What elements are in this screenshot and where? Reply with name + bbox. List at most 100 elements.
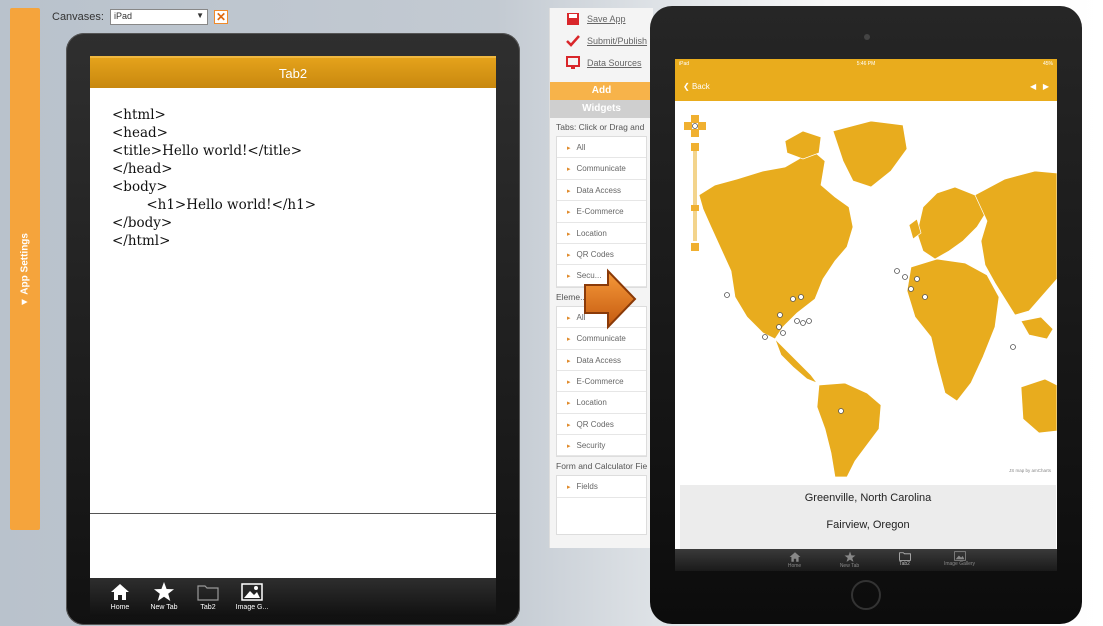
checkmark-icon bbox=[566, 35, 580, 47]
tab-tab2[interactable]: Tab2 bbox=[877, 549, 932, 571]
list-item-label: E-Commerce bbox=[576, 207, 624, 217]
caret-right-icon: ▸ bbox=[567, 336, 571, 344]
list-item-label: Location bbox=[576, 228, 607, 238]
list-item[interactable]: Greenville, North Carolina bbox=[680, 485, 1056, 512]
caret-right-icon: ▸ bbox=[567, 187, 571, 195]
camera-icon bbox=[864, 34, 870, 40]
next-icon[interactable]: ▶ bbox=[1043, 82, 1049, 91]
html-code-block[interactable]: <html> <head> <title>Hello world!</title… bbox=[90, 88, 496, 268]
list-item-label: QR Codes bbox=[576, 419, 614, 429]
canvas-select[interactable]: iPad ▼ bbox=[109, 9, 208, 25]
tab-tab2[interactable]: Tab2 bbox=[186, 578, 230, 616]
data-sources-label: Data Sources bbox=[587, 58, 642, 68]
list-item[interactable]: ▸ E-Commerce bbox=[557, 201, 646, 223]
caret-right-icon: ▸ bbox=[567, 443, 571, 451]
home-button[interactable] bbox=[851, 580, 881, 610]
list-item[interactable]: ▸ E-Commerce bbox=[557, 371, 646, 393]
tab-tab2-label: Tab2 bbox=[899, 561, 910, 567]
left-tab-header: Tab2 bbox=[90, 56, 496, 88]
world-map-svg bbox=[698, 120, 1057, 478]
canvas-toolbar: Canvases: iPad ▼ ✕ bbox=[52, 8, 228, 26]
locations-list: Greenville, North Carolina Fairview, Ore… bbox=[680, 485, 1056, 551]
tab-home[interactable]: Home bbox=[98, 578, 142, 616]
list-item-label: Fields bbox=[576, 482, 598, 492]
tab-home[interactable]: Home bbox=[767, 549, 822, 571]
list-item-label: Data Access bbox=[576, 185, 621, 195]
tab-new-tab[interactable]: New Tab bbox=[822, 549, 877, 571]
caret-right-icon: ▸ bbox=[567, 484, 571, 492]
list-item[interactable]: ▸ Data Access bbox=[557, 350, 646, 371]
tab-home-label: Home bbox=[110, 604, 130, 611]
list-item[interactable]: ▸ Data Access bbox=[557, 180, 646, 202]
list-item[interactable]: ▸ QR Codes bbox=[557, 414, 646, 436]
save-app-label: Save App bbox=[587, 14, 626, 24]
caret-right-icon: ▸ bbox=[567, 251, 571, 259]
status-device: iPad bbox=[679, 61, 690, 67]
nav-arrows: ◀ ▶ bbox=[1030, 82, 1049, 91]
close-icon[interactable]: ✕ bbox=[213, 10, 228, 24]
list-item[interactable]: ▸ Communicate bbox=[557, 328, 646, 350]
right-ipad-frame: iPad 5:46 PM 45% ❮ Back ◀ ▶ JS map by am… bbox=[650, 6, 1082, 624]
list-item-label: Security bbox=[576, 441, 606, 451]
list-item[interactable]: ▸ Location bbox=[557, 223, 646, 244]
map-nav-icon bbox=[684, 115, 706, 251]
list-item-label: All bbox=[576, 143, 586, 152]
list-item[interactable]: ▸ QR Codes bbox=[557, 244, 646, 266]
right-tab-bar: Home New Tab Tab2 Image Gallery bbox=[675, 549, 1057, 571]
caret-right-icon: ▸ bbox=[567, 230, 571, 238]
caret-right-icon: ▸ bbox=[567, 314, 571, 322]
folder-icon bbox=[197, 580, 219, 604]
chevron-left-icon: ❮ bbox=[683, 81, 690, 91]
list-item-label: Communicate bbox=[576, 164, 626, 174]
image-icon bbox=[241, 580, 263, 604]
prev-icon[interactable]: ◀ bbox=[1030, 82, 1036, 91]
folder-icon bbox=[898, 552, 911, 561]
list-item-label: QR Codes bbox=[576, 249, 614, 259]
map-zoom-control[interactable] bbox=[684, 115, 706, 270]
tab-home-label: Home bbox=[787, 563, 802, 569]
canvases-label: Canvases: bbox=[52, 11, 104, 23]
add-tab[interactable]: Add bbox=[550, 82, 653, 100]
status-battery: 45% bbox=[1042, 61, 1053, 67]
app-settings-label: ▼ App Settings bbox=[19, 233, 31, 307]
tab-image-gallery[interactable]: Image Gallery bbox=[932, 549, 987, 571]
left-ipad-frame: Tab2 <html> <head> <title>Hello world!</… bbox=[66, 33, 520, 625]
right-ipad-screen: iPad 5:46 PM 45% ❮ Back ◀ ▶ JS map by am… bbox=[675, 59, 1057, 571]
caret-right-icon: ▸ bbox=[567, 357, 571, 365]
status-time: 5:46 PM bbox=[856, 61, 876, 67]
map-credit: JS map by amCharts bbox=[1008, 468, 1051, 473]
data-sources-button[interactable]: Data Sources bbox=[550, 52, 653, 74]
status-bar: iPad 5:46 PM 45% bbox=[675, 59, 1057, 71]
list-item-label: Data Access bbox=[576, 355, 621, 365]
save-app-button[interactable]: Save App bbox=[550, 8, 653, 30]
star-icon bbox=[153, 580, 175, 604]
list-item[interactable]: ▸ All bbox=[557, 137, 646, 159]
widgets-tab[interactable]: Widgets bbox=[550, 100, 653, 118]
world-map[interactable]: JS map by amCharts bbox=[675, 101, 1057, 478]
list-item[interactable]: ▸ Location bbox=[557, 392, 646, 414]
submit-publish-label: Submit/Publish bbox=[587, 36, 648, 46]
list-item-label: Location bbox=[576, 398, 607, 408]
tab-new-tab[interactable]: New Tab bbox=[142, 578, 186, 616]
tab-image-gallery[interactable]: Image G... bbox=[230, 578, 274, 616]
tabs-section-title: Tabs: Click or Drag and bbox=[556, 122, 645, 132]
back-label: Back bbox=[691, 81, 710, 91]
star-icon bbox=[844, 551, 855, 562]
app-settings-bar[interactable]: ▼ App Settings bbox=[10, 8, 40, 530]
list-item[interactable]: Fairview, Oregon bbox=[680, 512, 1056, 539]
list-item[interactable]: ▸ Communicate bbox=[557, 158, 646, 180]
caret-right-icon: ▸ bbox=[567, 273, 571, 281]
list-item[interactable]: ▸ Security bbox=[557, 435, 646, 457]
tab-new-tab-label: New Tab bbox=[839, 563, 860, 569]
caret-right-icon: ▸ bbox=[567, 166, 571, 174]
list-item-label: E-Commerce bbox=[576, 376, 624, 386]
caret-right-icon: ▸ bbox=[567, 400, 571, 408]
submit-publish-button[interactable]: Submit/Publish bbox=[550, 30, 653, 52]
save-icon bbox=[567, 13, 579, 25]
caret-right-icon: ▸ bbox=[567, 209, 571, 217]
canvas-select-value: iPad bbox=[113, 11, 132, 21]
back-button[interactable]: ❮ Back bbox=[683, 82, 710, 91]
chevron-down-icon: ▼ bbox=[196, 11, 204, 20]
form-list: ▸ Fields bbox=[556, 475, 647, 536]
list-item[interactable]: ▸ Fields bbox=[557, 476, 646, 498]
